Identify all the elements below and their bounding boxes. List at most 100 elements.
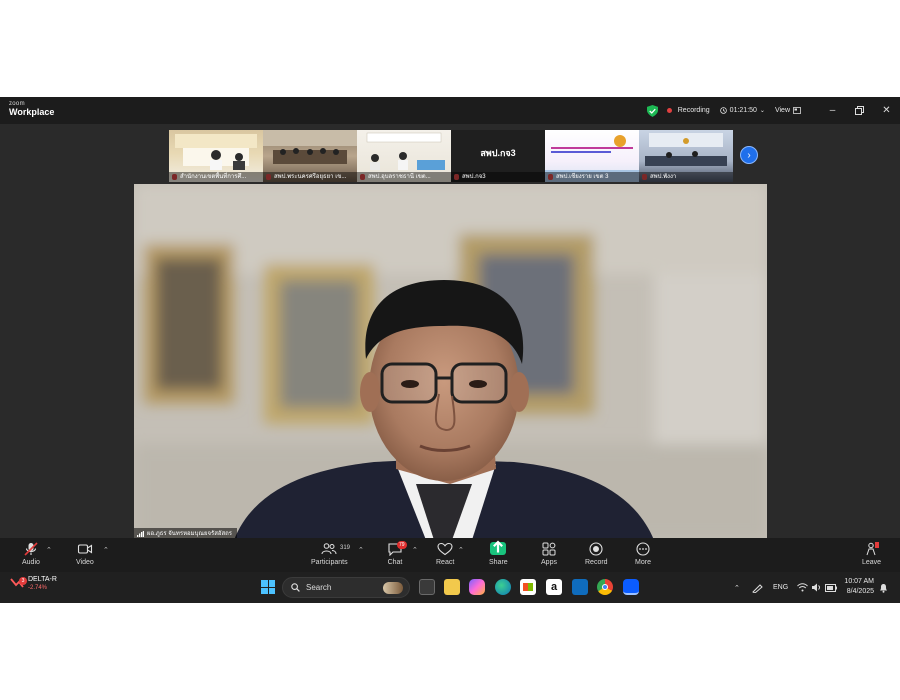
participant-thumbnail[interactable]: สพป.อุบลราชธานี เขต... [357, 130, 451, 182]
clock-icon [719, 107, 727, 114]
leave-button[interactable]: Leave [862, 542, 881, 566]
participant-thumbnail[interactable]: สพป.กจ3 สพป.กจ3 [451, 130, 545, 182]
participant-thumbnail[interactable]: สพป.พังงา [639, 130, 733, 182]
task-view-icon[interactable] [419, 579, 435, 595]
timer-text: 01:21:50 [729, 107, 757, 114]
share-screen-icon [490, 540, 507, 555]
more-options-icon [636, 542, 650, 556]
meeting-timer[interactable]: 01:21:50 ⌄ [719, 107, 765, 114]
view-button[interactable]: View [775, 107, 801, 114]
react-label: React [436, 559, 455, 566]
recording-label: Recording [677, 107, 710, 114]
stock-change: -2.74% [28, 585, 48, 591]
chat-label: Chat [387, 559, 403, 566]
react-options-caret[interactable]: ⌃ [458, 546, 464, 554]
clock-time: 10:07 AM [844, 578, 874, 585]
search-icon [291, 583, 300, 592]
chrome-icon[interactable] [597, 579, 613, 595]
recording-indicator[interactable]: Recording [666, 107, 710, 114]
stock-notification-badge: 3 [19, 577, 27, 585]
leave-person-icon [866, 542, 879, 556]
share-button[interactable]: Share [489, 540, 508, 566]
thumbnail-name: สพป.พระนครศรีอยุธยา เข... [263, 172, 357, 182]
meeting-toolbar: Audio ⌃ Video ⌃ Participants 319 ⌃ Chat … [0, 538, 900, 572]
thumbnail-name: สพป.เชียงราย เขต 3 [545, 172, 639, 182]
search-placeholder: Search [306, 583, 332, 592]
outlook-icon[interactable] [572, 579, 588, 595]
audio-options-caret[interactable]: ⌃ [46, 546, 52, 554]
chevron-right-icon: › [747, 149, 751, 161]
thumbnail-name: สำนักงานเขตพื้นที่การศึ... [169, 172, 263, 182]
leave-label: Leave [862, 559, 882, 566]
participants-label: Participants [311, 559, 348, 566]
file-explorer-icon[interactable] [444, 579, 460, 595]
react-button[interactable]: React [436, 542, 454, 566]
thumbnail-name: สพป.พังงา [639, 172, 733, 182]
video-camera-icon [77, 544, 92, 554]
record-label: Record [585, 559, 608, 566]
volume-icon[interactable] [811, 572, 822, 603]
shield-check-icon[interactable] [646, 104, 658, 117]
amazon-icon[interactable]: a [546, 579, 562, 595]
meeting-area: สำนักงานเขตพื้นที่การศึ... สพป.พระนครศรี… [0, 124, 900, 540]
record-icon [589, 542, 603, 556]
system-clock[interactable]: 10:07 AM 8/4/2025 [844, 577, 874, 597]
apps-button[interactable]: Apps [541, 542, 557, 566]
edge-browser-icon[interactable] [495, 579, 511, 595]
more-label: More [635, 559, 651, 566]
mic-muted-icon [24, 542, 38, 556]
pen-icon[interactable] [752, 572, 764, 603]
zoom-window: zoom Workplace Recording 01:21:50 ⌄ View… [0, 97, 900, 603]
apps-icon [542, 542, 556, 556]
participants-icon [321, 543, 337, 555]
close-button[interactable]: ✕ [873, 97, 900, 124]
microsoft-store-icon[interactable] [520, 579, 536, 595]
minimize-button[interactable]: – [819, 97, 846, 124]
battery-icon[interactable] [825, 572, 837, 603]
video-label: Video [76, 559, 94, 566]
participant-thumbnail[interactable]: สพป.เชียงราย เขต 3 [545, 130, 639, 182]
clock-date: 8/4/2025 [846, 588, 874, 595]
copilot-icon[interactable] [469, 579, 485, 595]
audio-button[interactable]: Audio [22, 542, 40, 566]
heart-icon [437, 542, 453, 556]
search-highlight-icon [383, 581, 403, 594]
notification-bell-icon[interactable] [879, 572, 888, 603]
thumbnail-tile-text: สพป.กจ3 [480, 148, 516, 158]
wifi-icon[interactable] [797, 572, 808, 603]
language-indicator[interactable]: ENG [773, 572, 788, 603]
more-button[interactable]: More [635, 542, 651, 566]
thumbnail-name: สพป.กจ3 [451, 172, 545, 182]
video-button[interactable]: Video [76, 542, 94, 566]
active-speaker-video[interactable]: ผอ.ภูธร จันทรหอมบุณยจรัสอัสถร [134, 184, 767, 540]
participant-thumbnail[interactable]: สำนักงานเขตพื้นที่การศึ... [169, 130, 263, 182]
brand-workplace-text: Workplace [9, 107, 55, 117]
recording-dot-icon [666, 108, 672, 113]
view-label: View [774, 107, 790, 114]
audio-label: Audio [22, 559, 40, 566]
participant-thumbnail[interactable]: สพป.พระนครศรีอยุธยา เข... [263, 130, 357, 182]
taskbar-search[interactable]: Search [282, 577, 410, 598]
windows-start-icon[interactable] [261, 580, 275, 594]
chevron-down-icon: ⌄ [759, 108, 765, 114]
speaker-video-frame [134, 184, 767, 540]
chat-options-caret[interactable]: ⌃ [412, 546, 418, 554]
stock-widget[interactable]: 3 DELTA-R -2.74% [10, 576, 57, 591]
show-hidden-icons[interactable]: ⌃ [734, 572, 740, 603]
thumbnail-strip: สำนักงานเขตพื้นที่การศึ... สพป.พระนครศรี… [169, 130, 733, 182]
zoom-logo: zoom Workplace [9, 101, 54, 117]
title-bar: zoom Workplace Recording 01:21:50 ⌄ View… [0, 97, 900, 124]
restore-button[interactable] [846, 97, 873, 124]
grid-view-icon [793, 107, 801, 114]
signal-strength-icon [137, 531, 144, 537]
next-page-button[interactable]: › [740, 146, 758, 164]
record-button[interactable]: Record [585, 542, 608, 566]
participants-count: 319 [340, 545, 351, 551]
participants-options-caret[interactable]: ⌃ [358, 546, 364, 554]
video-options-caret[interactable]: ⌃ [103, 546, 109, 554]
restore-icon [855, 106, 864, 115]
stock-name: DELTA-R [28, 576, 57, 583]
zoom-app-icon[interactable] [623, 579, 639, 595]
thumbnail-name: สพป.อุบลราชธานี เขต... [357, 172, 451, 182]
chat-unread-badge: 79 [397, 541, 407, 549]
